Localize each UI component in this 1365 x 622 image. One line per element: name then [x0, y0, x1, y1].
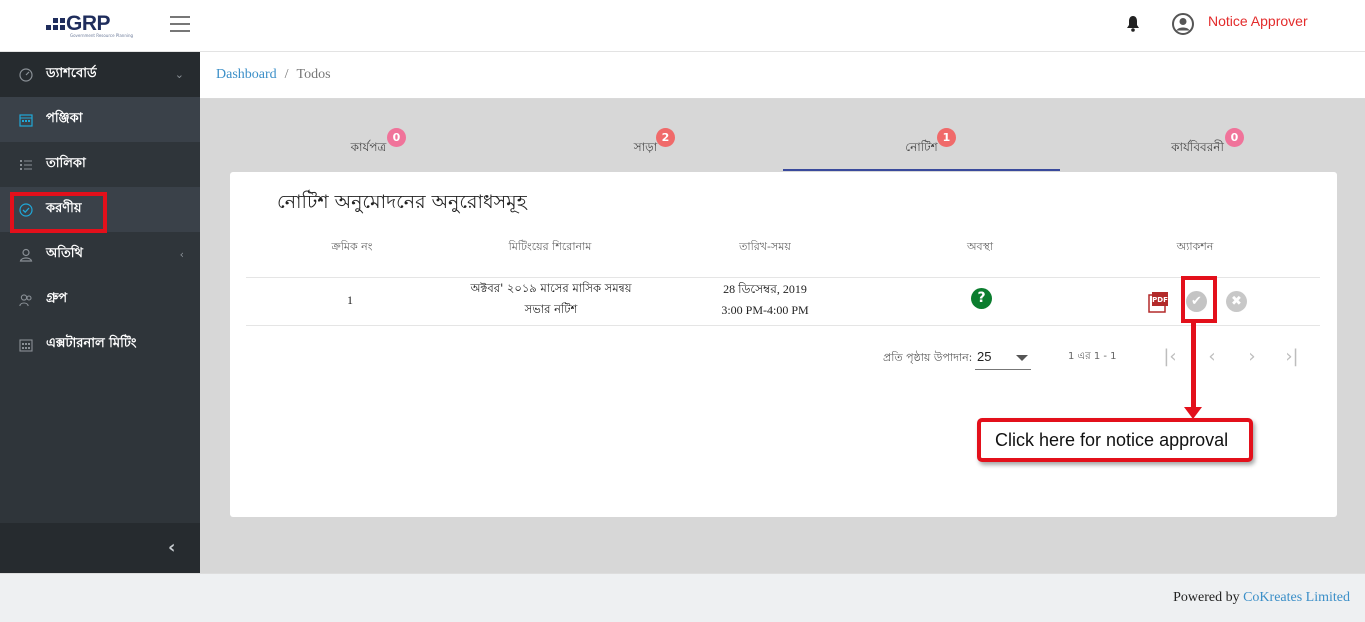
footer-company-link[interactable]: CoKreates Limited	[1243, 590, 1350, 605]
annotation-arrow-line	[1191, 323, 1196, 411]
caret-down-icon	[1016, 355, 1028, 361]
tab-count-badge: 1	[937, 128, 956, 147]
sidebar-item-label: এক্সটারনাল মিটিং	[46, 336, 137, 351]
chevron-left-icon: ‹	[179, 248, 184, 261]
menu-toggle-icon[interactable]	[170, 16, 190, 34]
footer: Powered by CoKreates Limited	[0, 573, 1365, 622]
approve-check-icon[interactable]: ✔	[1186, 291, 1207, 312]
per-page-label: প্রতি পৃষ্ঠায় উপাদান:	[883, 351, 973, 364]
page-range-label: 1 এর 1 - 1	[1068, 351, 1117, 362]
top-header: GRP Government Resource Planning Notice …	[0, 0, 1365, 52]
notice-approval-card: নোটিশ অনুমোদনের অনুরোধসমূহ ক্রমিক নং মিট…	[230, 172, 1337, 517]
tab-count-badge: 2	[656, 128, 675, 147]
tab-work-paper[interactable]: কার্যপত্র 0	[230, 125, 507, 171]
bell-icon[interactable]	[1126, 15, 1140, 32]
user-name-link[interactable]: Notice Approver	[1208, 13, 1308, 29]
svg-text:PDF: PDF	[1152, 296, 1168, 304]
row-time: 3:00 PM-4:00 PM	[721, 303, 809, 317]
sidebar-item-label: পঞ্জিকা	[46, 111, 83, 126]
sidebar: ড্যাশবোর্ড ⌄ পঞ্জিকা তালিকা করণীয় অতিথি…	[0, 52, 200, 573]
breadcrumb: Dashboard / Todos	[200, 52, 1365, 99]
sidebar-item-todos[interactable]: করণীয়	[0, 187, 200, 232]
row-title-line2: সভার নটিশ	[524, 302, 578, 316]
tab-response[interactable]: সাড়া 2	[507, 125, 784, 171]
gauge-icon	[18, 67, 34, 83]
per-page-select[interactable]: 25	[975, 346, 1031, 370]
sidebar-item-label: তালিকা	[46, 156, 86, 171]
tab-label: কার্যপত্র	[350, 140, 387, 154]
tab-count-badge: 0	[387, 128, 406, 147]
column-header-title: মিটিংয়ের শিরোনাম	[508, 240, 592, 253]
grp-logo[interactable]: GRP Government Resource Planning	[46, 12, 133, 39]
list-icon	[18, 157, 34, 173]
tab-label: কার্যবিবরনী	[1171, 140, 1224, 154]
row-title-line1: অক্টবর' ২০১৯ মাসের মাসিক সমন্বয়	[470, 281, 632, 295]
chevron-left-icon: ‹	[168, 537, 176, 558]
users-icon	[18, 292, 34, 308]
calendar-grid-icon	[18, 337, 34, 353]
breadcrumb-dashboard-link[interactable]: Dashboard	[216, 67, 277, 83]
table-header-divider	[246, 277, 1320, 278]
column-header-status: অবস্থা	[966, 240, 994, 253]
todo-tabs: কার্যপত্র 0 সাড়া 2 নোটিশ 1 কার্যবিবরনী …	[230, 125, 1336, 171]
sidebar-item-list[interactable]: তালিকা	[0, 142, 200, 187]
column-header-datetime: তারিখ-সময়	[739, 240, 791, 253]
user-icon	[18, 247, 34, 263]
card-title: নোটিশ অনুমোদনের অনুরোধসমূহ	[277, 191, 527, 213]
row-serial: 1	[347, 293, 353, 307]
breadcrumb-current: Todos	[296, 67, 331, 82]
logo-dots-icon	[46, 15, 66, 35]
tab-count-badge: 0	[1225, 128, 1244, 147]
sidebar-item-external-meeting[interactable]: এক্সটারনাল মিটিং	[0, 322, 200, 367]
annotation-callout: Click here for notice approval	[977, 418, 1253, 462]
check-circle-icon	[18, 202, 34, 218]
per-page-value: 25	[977, 349, 992, 364]
sidebar-item-label: করণীয়	[46, 201, 82, 216]
sidebar-collapse-button[interactable]: ‹	[0, 523, 200, 573]
tab-label: নোটিশ	[905, 140, 938, 154]
calendar-icon	[18, 112, 34, 128]
breadcrumb-separator: /	[284, 67, 289, 82]
column-header-action: অ্যাকশন	[1176, 240, 1214, 253]
footer-credit: Powered by CoKreates Limited	[1173, 590, 1350, 606]
sidebar-item-label: গ্রুপ	[46, 291, 68, 306]
chevron-down-icon: ⌄	[174, 68, 184, 81]
sidebar-item-guest[interactable]: অতিথি ‹	[0, 232, 200, 277]
tab-notice[interactable]: নোটিশ 1	[783, 125, 1060, 171]
sidebar-item-label: ড্যাশবোর্ড	[46, 66, 97, 81]
column-header-serial: ক্রমিক নং	[331, 240, 373, 253]
sidebar-item-label: অতিথি	[46, 246, 83, 261]
next-page-button[interactable]: ›	[1240, 346, 1264, 370]
tab-label: সাড়া	[633, 140, 658, 154]
sidebar-item-group[interactable]: গ্রুপ	[0, 277, 200, 322]
footer-prefix: Powered by	[1173, 590, 1240, 605]
logo-text: GRP	[66, 12, 111, 35]
pdf-icon[interactable]: PDF	[1146, 291, 1168, 313]
row-date: 28 ডিসেম্বর, 2019	[723, 282, 807, 296]
first-page-button[interactable]: |‹	[1158, 346, 1182, 370]
tab-minutes[interactable]: কার্যবিবরনী 0	[1059, 125, 1336, 171]
sidebar-item-calendar[interactable]: পঞ্জিকা	[0, 97, 200, 142]
main-content: কার্যপত্র 0 সাড়া 2 নোটিশ 1 কার্যবিবরনী …	[200, 99, 1365, 573]
last-page-button[interactable]: ›|	[1280, 346, 1304, 370]
reject-close-icon[interactable]: ✖	[1226, 291, 1247, 312]
logo-subtext: Government Resource Planning	[70, 33, 134, 38]
previous-page-button[interactable]: ‹	[1200, 346, 1224, 370]
table-row-divider	[246, 325, 1320, 326]
pending-status-icon: ?	[971, 288, 992, 309]
sidebar-item-dashboard[interactable]: ড্যাশবোর্ড ⌄	[0, 52, 200, 97]
user-avatar-icon[interactable]	[1172, 13, 1194, 35]
